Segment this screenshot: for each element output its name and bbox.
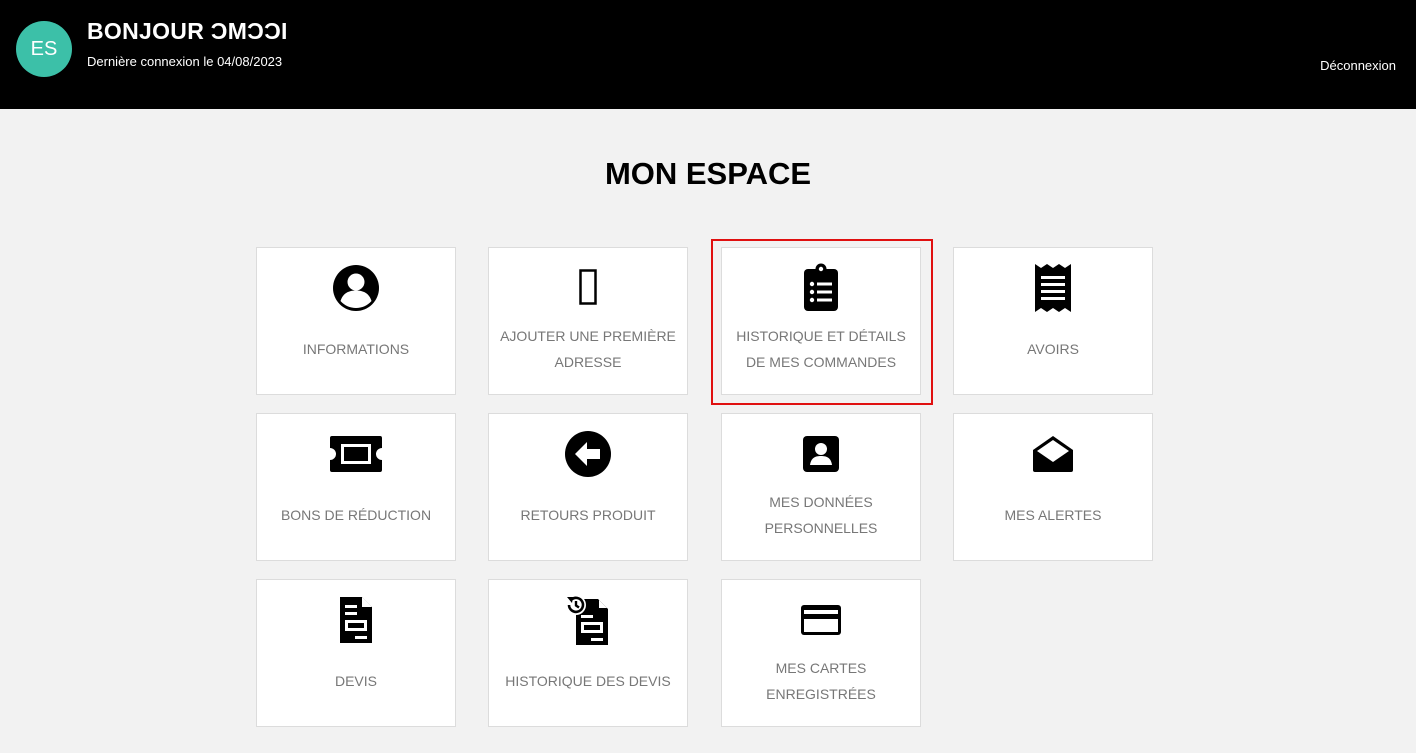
tile-saved-cards[interactable]: MES CARTES ENREGISTRÉES	[721, 579, 921, 727]
page-title: MON ESPACE	[604, 156, 812, 191]
tile-credits[interactable]: AVOIRS	[953, 247, 1153, 395]
greeting-title: BONJOUR ƆMƆƆI	[87, 18, 288, 44]
tile-label: BONS DE RÉDUCTION	[280, 507, 432, 523]
contact-card-icon	[722, 428, 920, 480]
tile-label: AVOIRS	[1027, 341, 1079, 357]
tile-product-returns[interactable]: RETOURS PRODUIT	[488, 413, 688, 561]
receipt-icon	[954, 262, 1152, 314]
tile-informations[interactable]: INFORMATIONS	[256, 247, 456, 395]
last-login-text: Dernière connexion le 04/08/2023	[87, 54, 283, 69]
tile-alerts[interactable]: MES ALERTES	[953, 413, 1153, 561]
tile-quotes[interactable]: DEVIS	[256, 579, 456, 727]
logout-link[interactable]: Déconnexion	[1320, 58, 1396, 73]
tile-quote-history[interactable]: HISTORIQUE DES DEVIS	[488, 579, 688, 727]
arrow-left-circle-icon	[489, 428, 687, 480]
tile-discount-vouchers[interactable]: BONS DE RÉDUCTION	[256, 413, 456, 561]
quote-history-icon	[489, 594, 687, 646]
tile-label: MES ALERTES	[1004, 507, 1102, 523]
quote-document-icon	[257, 594, 455, 646]
tile-label: MES DONNÉES PERSONNELLES	[764, 494, 878, 536]
tile-label: DEVIS	[334, 673, 377, 689]
missing-glyph-icon	[489, 262, 687, 314]
ticket-icon	[257, 428, 455, 480]
tile-label: AJOUTER UNE PREMIÈRE ADRESSE	[500, 328, 676, 370]
tile-label: RETOURS PRODUIT	[520, 507, 656, 523]
envelope-open-icon	[954, 428, 1152, 480]
tile-label: HISTORIQUE ET DÉTAILS DE MES COMMANDES	[736, 328, 906, 370]
clipboard-list-icon	[722, 262, 920, 314]
credit-card-icon	[722, 594, 920, 646]
avatar: ES	[16, 21, 72, 77]
tile-add-address[interactable]: AJOUTER UNE PREMIÈRE ADRESSE	[488, 247, 688, 395]
tile-order-history[interactable]: HISTORIQUE ET DÉTAILS DE MES COMMANDES	[721, 247, 921, 395]
tile-label: INFORMATIONS	[302, 341, 410, 357]
avatar-initials: ES	[30, 37, 58, 60]
top-header: ES BONJOUR ƆMƆƆI Dernière connexion le 0…	[0, 0, 1416, 109]
tile-personal-data[interactable]: MES DONNÉES PERSONNELLES	[721, 413, 921, 561]
tile-label: MES CARTES ENREGISTRÉES	[766, 660, 876, 702]
user-circle-icon	[257, 262, 455, 314]
tile-label: HISTORIQUE DES DEVIS	[505, 673, 671, 689]
